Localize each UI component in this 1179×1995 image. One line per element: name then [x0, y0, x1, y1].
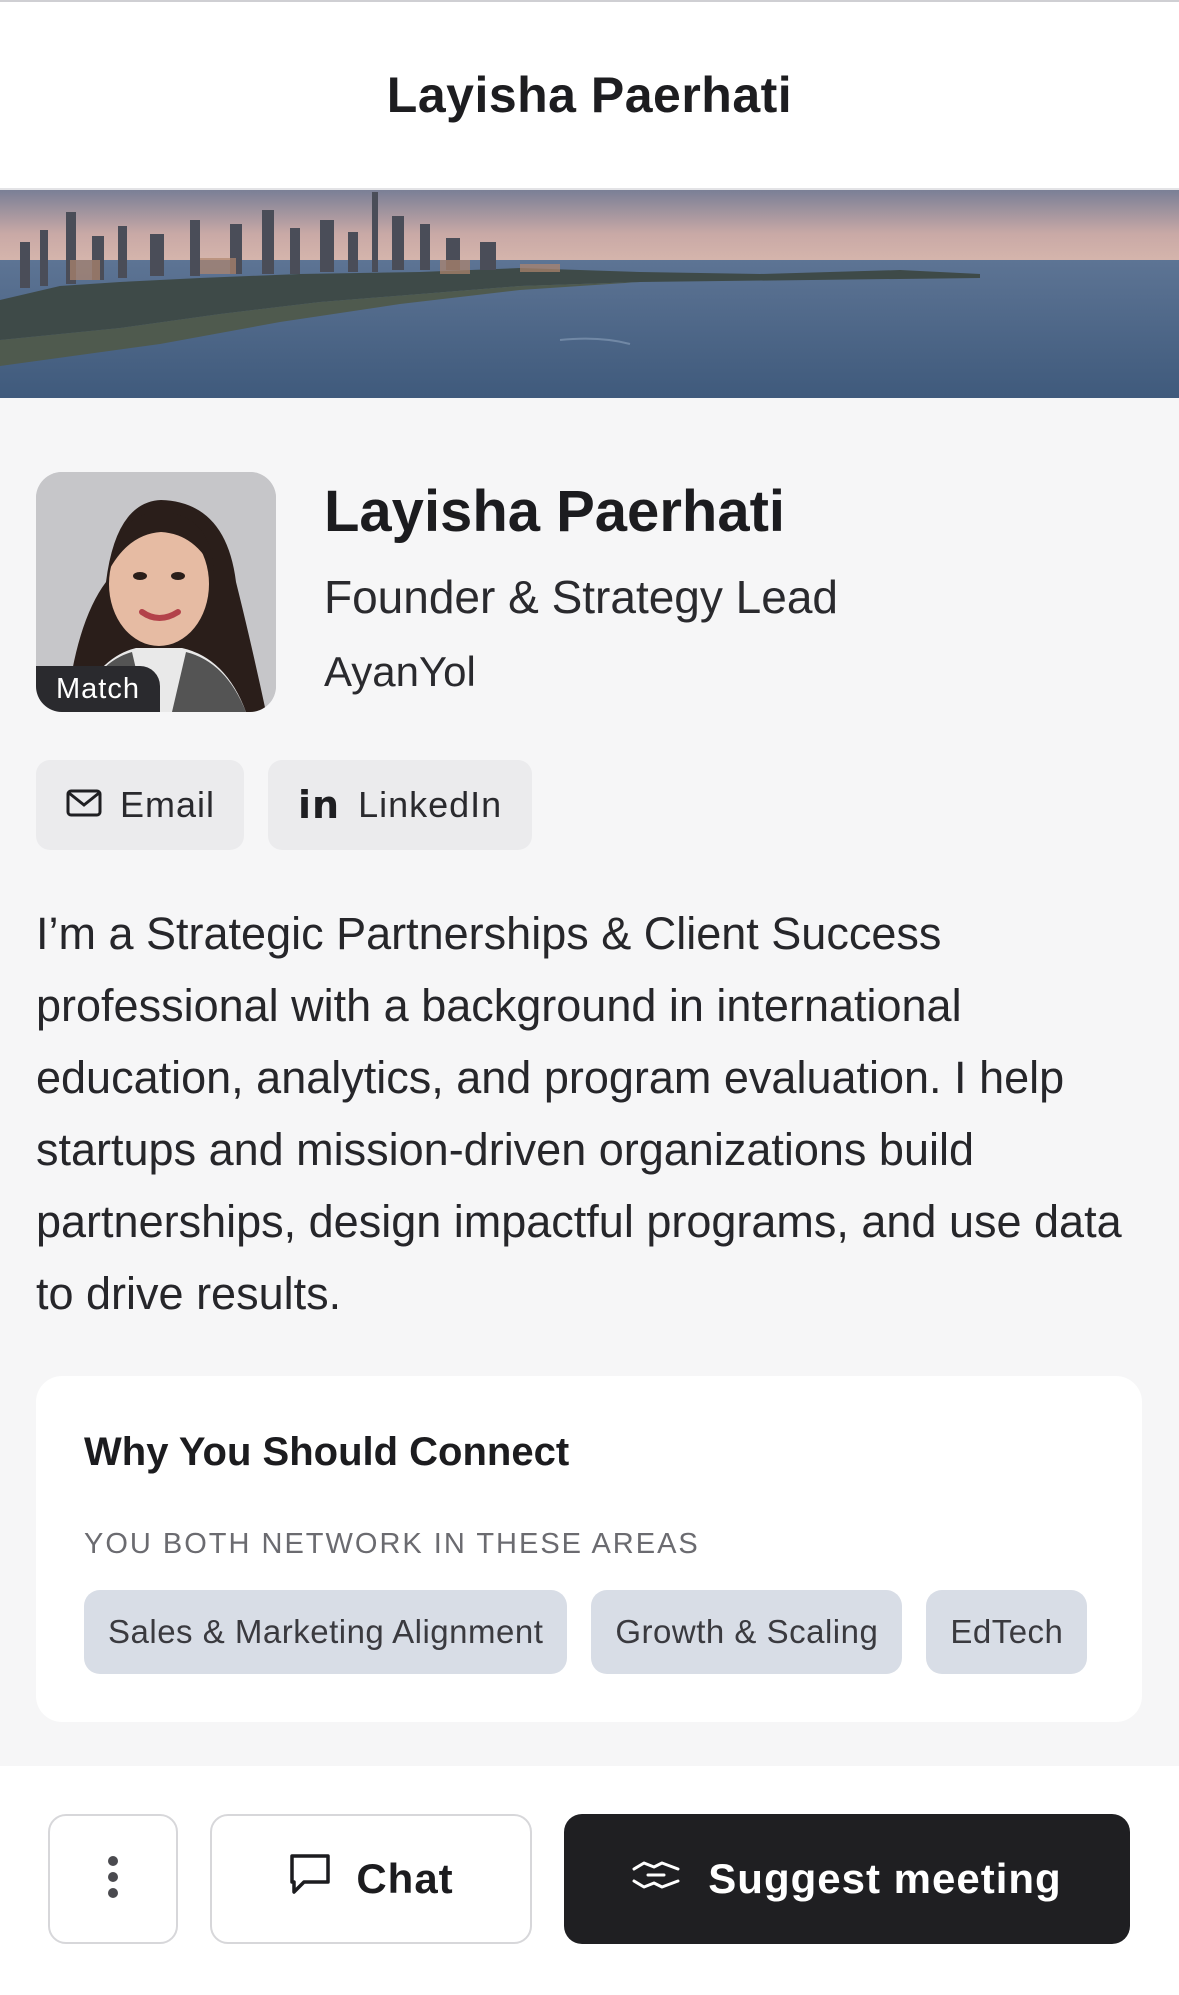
chat-bubble-icon	[288, 1852, 332, 1906]
shared-areas-tags: Sales & Marketing Alignment Growth & Sca…	[84, 1590, 1088, 1674]
profile-name: Layisha Paerhati	[324, 479, 785, 544]
email-label: Email	[120, 784, 216, 825]
suggest-meeting-label: Suggest meeting	[708, 1855, 1062, 1902]
suggest-meeting-button[interactable]: Suggest meeting	[564, 1814, 1130, 1944]
action-bar: Chat Suggest meeting	[0, 1766, 1179, 1995]
page-title: Layisha Paerhati	[386, 67, 793, 123]
vertical-ellipsis-icon	[107, 1855, 119, 1904]
linkedin-button[interactable]: in LinkedIn	[268, 760, 532, 850]
match-badge: Match	[36, 666, 160, 712]
linkedin-label: LinkedIn	[358, 784, 503, 825]
more-options-button[interactable]	[48, 1814, 178, 1944]
profile-title: Founder & Strategy Lead	[324, 571, 838, 623]
shared-areas-label: YOU BOTH NETWORK IN THESE AREAS	[84, 1528, 700, 1560]
why-connect-title: Why You Should Connect	[84, 1430, 570, 1474]
chat-button[interactable]: Chat	[210, 1814, 532, 1944]
tag-sales-marketing: Sales & Marketing Alignment	[84, 1590, 568, 1674]
email-button[interactable]: Email	[36, 760, 244, 850]
handshake-icon	[632, 1855, 680, 1903]
tag-growth-scaling: Growth & Scaling	[591, 1590, 903, 1674]
cover-image	[0, 190, 1179, 398]
chat-label: Chat	[356, 1855, 454, 1902]
linkedin-icon: in	[298, 783, 341, 827]
avatar: Match	[36, 472, 276, 712]
why-connect-card: Why You Should Connect YOU BOTH NETWORK …	[36, 1376, 1142, 1722]
page-header: Layisha Paerhati	[0, 2, 1179, 190]
profile-bio: I’m a Strategic Partnerships & Client Su…	[36, 908, 1122, 1319]
envelope-icon	[66, 784, 102, 826]
tag-edtech: EdTech	[926, 1590, 1088, 1674]
profile-company: AyanYol	[324, 648, 476, 695]
